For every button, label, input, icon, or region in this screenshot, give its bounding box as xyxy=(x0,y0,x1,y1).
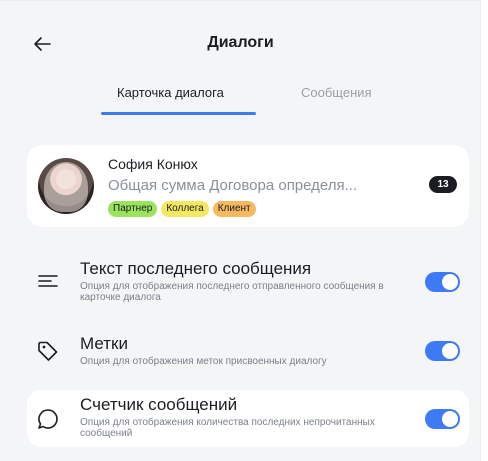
tag-client: Клиент xyxy=(212,201,256,217)
tag-list: Партнер Коллега Клиент xyxy=(108,201,256,217)
dialog-settings-panel: Диалоги Карточка диалога Сообщения София… xyxy=(0,0,481,461)
tag-icon xyxy=(38,341,58,361)
last-message-text: Общая сумма Договора определя... xyxy=(108,177,358,194)
active-tab-indicator xyxy=(101,112,256,115)
chat-bubble-icon xyxy=(38,409,58,429)
toggle-tags[interactable] xyxy=(425,341,460,361)
setting-message-counter: Счетчик сообщений Опция для отображения … xyxy=(27,390,469,447)
setting-title: Текст последнего сообщения xyxy=(80,259,312,278)
setting-description: Опция для отображения последнего отправл… xyxy=(80,281,384,303)
setting-description: Опция для отображения меток присвоенных … xyxy=(80,356,327,367)
text-lines-icon xyxy=(38,275,58,287)
unread-count-badge: 13 xyxy=(429,176,457,193)
setting-tags: Метки Опция для отображения меток присво… xyxy=(27,327,469,377)
toggle-last-message-text[interactable] xyxy=(425,272,460,292)
tab-messages[interactable]: Сообщения xyxy=(301,85,372,100)
contact-name: София Конюх xyxy=(108,156,198,172)
tab-dialog-card[interactable]: Карточка диалога xyxy=(117,85,224,100)
setting-title: Счетчик сообщений xyxy=(80,395,238,414)
dialog-preview-card: София Конюх Общая сумма Договора определ… xyxy=(27,145,469,227)
setting-last-message-text: Текст последнего сообщения Опция для ото… xyxy=(27,251,469,311)
header: Диалоги xyxy=(0,1,481,83)
setting-description: Опция для отображения количества последн… xyxy=(80,417,375,439)
tag-partner: Партнер xyxy=(108,201,158,217)
toggle-message-counter[interactable] xyxy=(425,409,460,429)
tag-colleague: Коллега xyxy=(161,201,209,217)
avatar xyxy=(38,158,94,214)
page-title: Диалоги xyxy=(207,34,274,51)
setting-title: Метки xyxy=(80,334,128,353)
